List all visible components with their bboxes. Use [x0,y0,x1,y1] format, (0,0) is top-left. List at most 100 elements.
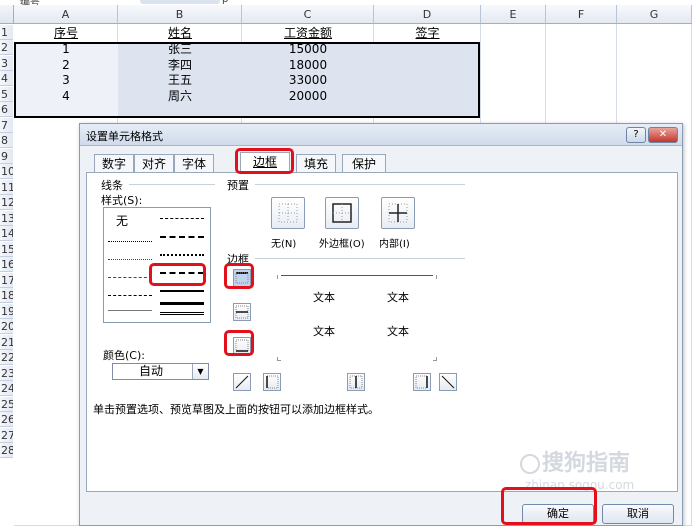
row-header[interactable]: 4 [0,71,13,86]
color-select[interactable]: 自动 ▼ [112,363,209,380]
row-header[interactable]: 11 [0,180,13,195]
line-style-option[interactable] [160,218,204,219]
cancel-button[interactable]: 取消 [602,504,674,524]
data-cell[interactable]: 4 [14,89,118,104]
row-header[interactable]: 25 [0,397,13,412]
row-header[interactable]: 15 [0,242,13,257]
row-header[interactable]: 17 [0,273,13,288]
row-header[interactable]: 23 [0,366,13,381]
row-header[interactable]: 1 [0,25,13,40]
data-cell[interactable]: 3 [14,73,118,88]
row-header[interactable]: 7 [0,118,13,133]
row-header[interactable]: 2 [0,40,13,55]
row-header[interactable]: 9 [0,149,13,164]
header-cell[interactable]: 序号 [14,26,118,41]
line-style-option[interactable] [160,312,204,315]
ok-button[interactable]: 确定 [522,504,594,524]
tab-font[interactable]: 字体 [174,154,214,173]
tab-fill[interactable]: 填充 [296,154,336,173]
preset-outline-button[interactable] [325,197,359,229]
border-diagonal-up-button[interactable] [233,373,251,391]
border-center-button[interactable] [347,373,365,391]
preset-none-label: 无(N) [271,239,297,250]
style-label: 样式(S): [101,194,143,207]
row-header[interactable]: 24 [0,381,13,396]
line-style-option[interactable] [160,272,204,274]
row-header[interactable]: 26 [0,412,13,427]
data-cell[interactable]: 1 [14,42,118,57]
line-style-option-selected[interactable] [160,290,204,292]
header-cell[interactable]: 姓名 [118,26,242,41]
line-style-option[interactable] [108,277,152,278]
data-cell[interactable]: 18000 [242,58,374,73]
dropdown-arrow-icon[interactable]: ▼ [192,364,208,379]
row-header[interactable]: 22 [0,350,13,365]
row-header[interactable]: 8 [0,133,13,148]
preset-inside-button[interactable] [381,197,415,229]
border-right-button[interactable] [413,373,431,391]
row-header[interactable]: 5 [0,87,13,102]
data-cell[interactable]: 33000 [242,73,374,88]
row-header[interactable]: 3 [0,56,13,71]
line-style-option[interactable] [160,302,204,305]
line-style-list[interactable]: 无 [103,207,211,323]
line-style-option[interactable] [108,295,152,296]
data-cell[interactable]: 李四 [118,58,242,73]
column-header-g[interactable]: G [617,5,692,24]
row-header[interactable]: 18 [0,288,13,303]
line-style-option[interactable] [108,310,152,311]
column-header-e[interactable]: E [481,5,546,24]
preview-corner-mark [433,357,437,361]
data-cell[interactable]: 张三 [118,42,242,57]
column-header-a[interactable]: A [14,5,118,24]
row-header[interactable]: 16 [0,257,13,272]
data-cell[interactable]: 15000 [242,42,374,57]
border-top-button[interactable] [233,269,251,287]
border-middle-icon [235,305,249,319]
tab-alignment[interactable]: 对齐 [134,154,174,173]
hint-text: 单击预置选项、预览草图及上面的按钮可以添加边框样式。 [93,403,379,416]
row-header[interactable]: 19 [0,304,13,319]
row-header[interactable]: 10 [0,164,13,179]
column-header-d[interactable]: D [374,5,481,24]
border-left-button[interactable] [263,373,281,391]
preset-none-button[interactable] [271,197,305,229]
tab-number[interactable]: 数字 [94,154,134,173]
select-all-corner[interactable] [0,5,14,24]
border-bottom-button[interactable] [233,337,251,355]
row-header[interactable]: 28 [0,443,13,458]
border-middle-button[interactable] [233,303,251,321]
preview-text: 文本 [313,291,335,304]
border-diagonal-down-button[interactable] [439,373,457,391]
row-header[interactable]: 13 [0,211,13,226]
row-header[interactable]: 27 [0,428,13,443]
data-cell[interactable]: 王五 [118,73,242,88]
dialog-titlebar[interactable]: 设置单元格格式 ? ✕ [80,124,682,146]
row-header[interactable]: 21 [0,335,13,350]
data-cell[interactable]: 20000 [242,89,374,104]
line-style-option[interactable] [108,259,152,260]
column-header-f[interactable]: F [546,5,617,24]
column-header-b[interactable]: B [118,5,242,24]
header-cell[interactable]: 签字 [374,26,481,41]
formula-bar-fragment[interactable] [140,0,220,4]
column-header-c[interactable]: C [242,5,374,24]
line-style-option[interactable] [160,236,204,238]
data-cell[interactable]: 2 [14,58,118,73]
row-header[interactable]: 14 [0,226,13,241]
help-button[interactable]: ? [626,127,646,143]
close-button[interactable]: ✕ [648,127,678,143]
header-cell[interactable]: 工资金额 [242,26,374,41]
row-header[interactable]: 12 [0,195,13,210]
tab-border[interactable]: 边框 [240,152,290,173]
row-header[interactable]: 6 [0,102,13,117]
line-style-none[interactable]: 无 [116,212,128,229]
tab-protection[interactable]: 保护 [342,154,386,173]
line-style-option[interactable] [108,241,152,242]
row-header[interactable]: 20 [0,319,13,334]
border-top-icon [235,272,249,284]
line-style-option[interactable] [160,254,204,256]
border-preview[interactable]: 文本 文本 文本 文本 [273,271,441,365]
name-box-fragment[interactable]: 编号 [20,0,80,9]
data-cell[interactable]: 周六 [118,89,242,104]
